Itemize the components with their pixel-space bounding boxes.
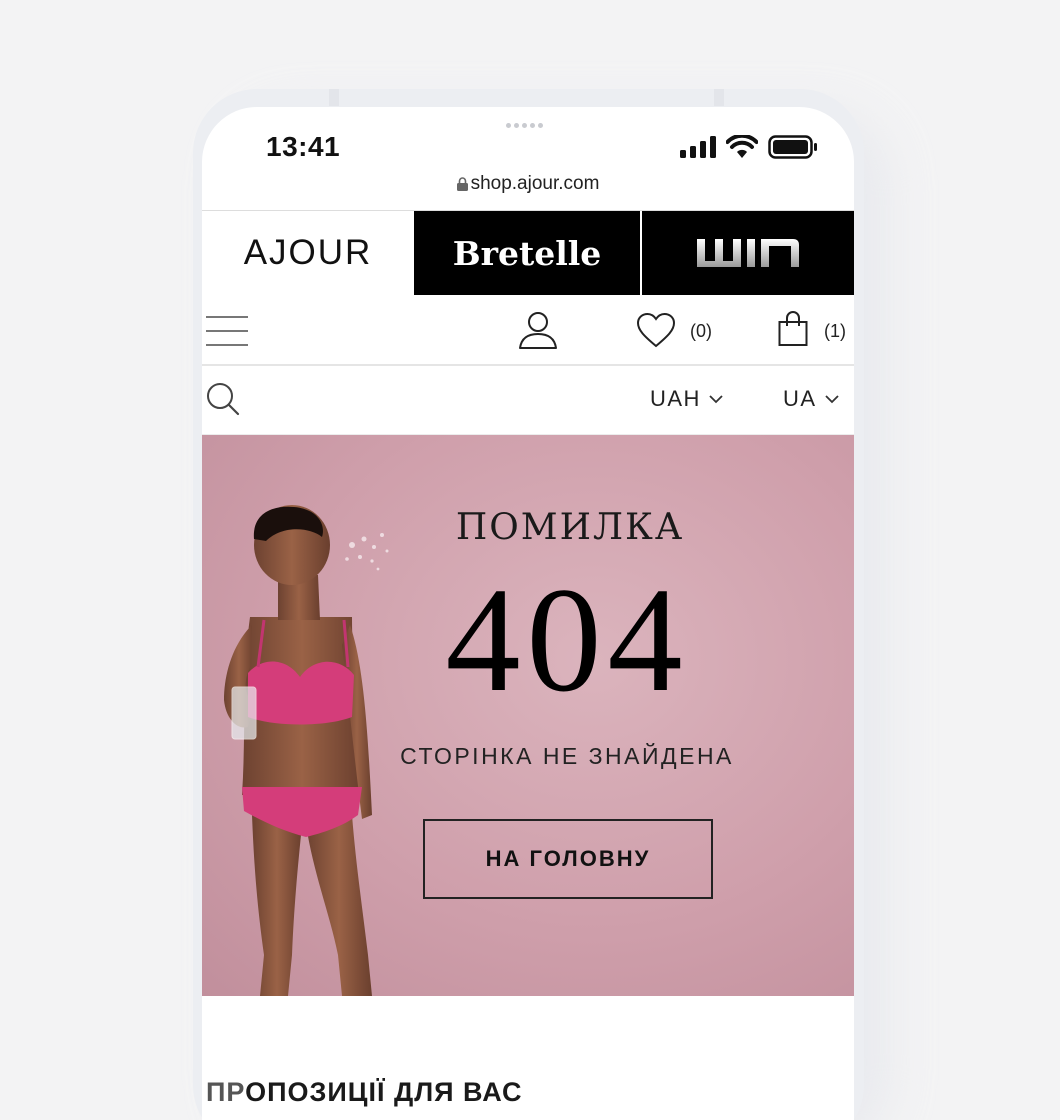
status-icons [680, 135, 818, 159]
notch-indicator [506, 123, 543, 128]
user-icon[interactable] [518, 310, 558, 350]
chevron-down-icon [824, 394, 839, 403]
search-bar: UAH UA [202, 364, 854, 436]
cart-count: (1) [824, 321, 846, 341]
phone-side-button [329, 89, 339, 106]
battery-icon [768, 135, 817, 159]
home-button[interactable]: НА ГОЛОВНУ [423, 819, 713, 899]
phone-screen: 13:41 shop.ajour.com AJOUR Bretelle (0) … [202, 107, 854, 1120]
shopping-bag-icon[interactable] [778, 311, 808, 347]
brand-tab-ajour[interactable]: AJOUR [202, 211, 414, 295]
brand-label: AJOUR [243, 233, 373, 272]
brand-tabs: AJOUR Bretelle [202, 210, 854, 295]
language-value: UA [783, 386, 817, 411]
signal-icon [680, 136, 716, 158]
menu-icon[interactable] [206, 312, 248, 348]
brand-tab-bretelle[interactable]: Bretelle [414, 211, 642, 295]
currency-value: UAH [650, 386, 701, 411]
brand-tab-win[interactable] [642, 211, 854, 295]
phone-side-button [714, 89, 724, 106]
model-photo [224, 505, 389, 996]
section-title-suggestions: ПРОПОЗИЦІЇ ДЛЯ ВАС [206, 1077, 523, 1108]
header-nav: (0) (1) [202, 294, 854, 366]
currency-select[interactable]: UAH [650, 386, 723, 412]
section-title-prefix: ПР [206, 1077, 246, 1107]
search-icon[interactable] [206, 382, 240, 416]
url-bar[interactable]: shop.ajour.com [202, 173, 854, 195]
error-kicker: ПОМИЛКА [455, 507, 685, 548]
error-hero-banner: ПОМИЛКА 404 СТОРІНКА НЕ ЗНАЙДЕНА НА ГОЛО… [202, 435, 854, 996]
section-title-text: ОПОЗИЦІЇ ДЛЯ ВАС [245, 1077, 523, 1107]
lock-icon [456, 177, 468, 191]
win-logo [697, 239, 799, 267]
wifi-icon [726, 135, 758, 158]
heart-icon[interactable] [636, 312, 676, 348]
url-text: shop.ajour.com [470, 173, 600, 194]
error-message: СТОРІНКА НЕ ЗНАЙДЕНА [400, 743, 734, 769]
brand-label: Bretelle [452, 233, 602, 273]
error-code: 404 [445, 557, 689, 723]
page: 13:41 shop.ajour.com AJOUR Bretelle (0) … [0, 0, 1060, 1120]
wishlist-count: (0) [690, 321, 712, 341]
status-time: 13:41 [266, 131, 341, 162]
language-select[interactable]: UA [783, 386, 839, 412]
chevron-down-icon [709, 394, 723, 403]
